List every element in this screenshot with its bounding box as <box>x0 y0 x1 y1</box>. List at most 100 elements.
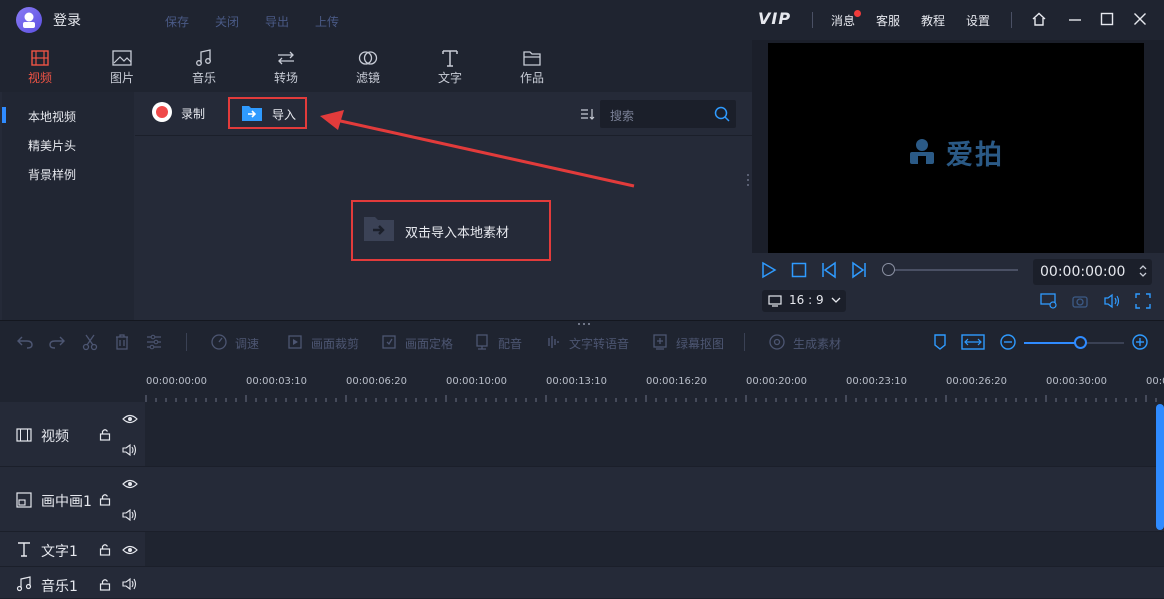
film-icon <box>16 427 32 443</box>
next-frame-icon[interactable] <box>850 261 868 279</box>
film-icon <box>29 48 51 68</box>
close-icon[interactable] <box>1131 10 1149 28</box>
track-label: 视频 <box>41 429 69 445</box>
export-menu[interactable]: 导出 <box>265 13 289 30</box>
track-video[interactable] <box>145 402 1164 467</box>
eye-icon[interactable] <box>122 478 138 490</box>
library-sidebar <box>2 92 134 320</box>
support-link[interactable]: 客服 <box>876 12 900 29</box>
track-text[interactable] <box>145 532 1164 567</box>
record-label[interactable]: 录制 <box>181 105 205 122</box>
record-icon[interactable] <box>152 102 172 122</box>
screen-settings-icon[interactable] <box>1040 293 1058 309</box>
progress-handle[interactable] <box>882 263 895 276</box>
prev-frame-icon[interactable] <box>820 261 838 279</box>
volume-icon[interactable] <box>122 577 138 591</box>
track-music[interactable] <box>145 567 1164 599</box>
tab-label: 转场 <box>273 71 298 85</box>
generate-material-button[interactable]: 生成素材 <box>793 335 841 352</box>
tts-button[interactable]: 文字转语音 <box>569 335 629 352</box>
vip-button[interactable]: VIP <box>758 9 791 28</box>
tab-works[interactable]: 作品 <box>502 48 562 86</box>
tab-music[interactable]: 音乐 <box>174 48 234 86</box>
tab-label: 滤镜 <box>355 71 380 85</box>
stop-icon[interactable] <box>790 261 808 279</box>
marker-icon[interactable] <box>932 333 948 351</box>
ruler-tick-label: 00:00:16:20 <box>646 376 708 387</box>
voiceover-button[interactable]: 配音 <box>498 335 522 352</box>
ruler-tick-label: 00:00:03:10 <box>246 376 308 387</box>
play-icon[interactable] <box>760 261 778 279</box>
monitor-icon <box>768 295 782 307</box>
crop-button[interactable]: 画面裁剪 <box>311 335 359 352</box>
resize-handle[interactable] <box>745 172 751 188</box>
lock-icon[interactable] <box>99 428 111 441</box>
tab-label: 视频 <box>27 71 52 85</box>
tab-video[interactable]: 视频 <box>10 48 70 86</box>
zoom-slider-handle[interactable] <box>1074 336 1087 349</box>
chevron-down-icon <box>831 296 841 304</box>
undo-icon[interactable] <box>16 333 34 351</box>
generate-material-icon <box>768 333 786 351</box>
sidebar-item-intros[interactable]: 精美片头 <box>28 137 76 154</box>
save-menu[interactable]: 保存 <box>165 13 189 30</box>
track-pip[interactable] <box>145 467 1164 532</box>
ruler-tick-label: 00:00:20:00 <box>746 376 808 387</box>
sidebar-item-backgrounds[interactable]: 背景样例 <box>28 166 76 183</box>
app-logo <box>16 7 42 33</box>
messages-link[interactable]: 消息 <box>831 12 855 29</box>
cut-icon[interactable] <box>81 333 99 351</box>
close-menu[interactable]: 关闭 <box>215 13 239 30</box>
brand-logo-icon <box>906 134 938 166</box>
speed-button[interactable]: 调速 <box>235 335 259 352</box>
tutorial-link[interactable]: 教程 <box>921 12 945 29</box>
divider <box>1011 12 1012 28</box>
time-stepper-icon[interactable] <box>1138 262 1148 280</box>
minimize-icon[interactable] <box>1066 10 1084 28</box>
ruler-tick-label: 00:0 <box>1146 376 1164 387</box>
splitter-handle[interactable] <box>576 322 592 326</box>
volume-icon[interactable] <box>122 443 138 457</box>
redo-icon[interactable] <box>48 333 66 351</box>
annotation-arrow <box>316 108 638 190</box>
sidebar-item-local-video[interactable]: 本地视频 <box>28 108 76 125</box>
timeline-scrollbar[interactable] <box>1156 404 1164 530</box>
lock-icon[interactable] <box>99 543 111 556</box>
tab-transition[interactable]: 转场 <box>256 48 316 86</box>
track-label: 画中画1 <box>41 494 92 510</box>
zoom-out-icon[interactable] <box>999 333 1017 351</box>
eye-icon[interactable] <box>122 544 138 556</box>
upload-menu[interactable]: 上传 <box>315 13 339 30</box>
login-link[interactable]: 登录 <box>53 10 81 30</box>
camera-icon[interactable] <box>1072 293 1088 309</box>
playback-progress[interactable] <box>890 269 1018 271</box>
speed-icon <box>210 333 228 351</box>
fit-timeline-icon[interactable] <box>961 333 985 351</box>
divider <box>744 333 745 351</box>
folder-icon <box>521 48 543 68</box>
lock-icon[interactable] <box>99 493 111 506</box>
properties-icon[interactable] <box>145 333 163 351</box>
chroma-key-button[interactable]: 绿幕抠图 <box>676 335 724 352</box>
crop-icon <box>286 333 304 351</box>
ruler-tick-label: 00:00:13:10 <box>546 376 608 387</box>
search-icon[interactable] <box>713 105 731 123</box>
fullscreen-icon[interactable] <box>1135 293 1151 309</box>
ruler-tick-label: 00:00:00:00 <box>146 376 208 387</box>
volume-icon[interactable] <box>1103 293 1121 309</box>
tab-text[interactable]: 文字 <box>420 48 480 86</box>
home-icon[interactable] <box>1030 10 1048 28</box>
lock-icon[interactable] <box>99 578 111 591</box>
tab-filter[interactable]: 滤镜 <box>338 48 398 86</box>
settings-link[interactable]: 设置 <box>966 12 990 29</box>
zoom-in-icon[interactable] <box>1131 333 1149 351</box>
notification-dot <box>854 10 861 17</box>
volume-icon[interactable] <box>122 508 138 522</box>
maximize-icon[interactable] <box>1098 10 1116 28</box>
eye-icon[interactable] <box>122 413 138 425</box>
delete-icon[interactable] <box>113 333 131 351</box>
divider <box>812 12 813 28</box>
tab-image[interactable]: 图片 <box>92 48 152 86</box>
freeze-frame-button[interactable]: 画面定格 <box>405 335 453 352</box>
tab-label: 文字 <box>437 71 462 85</box>
